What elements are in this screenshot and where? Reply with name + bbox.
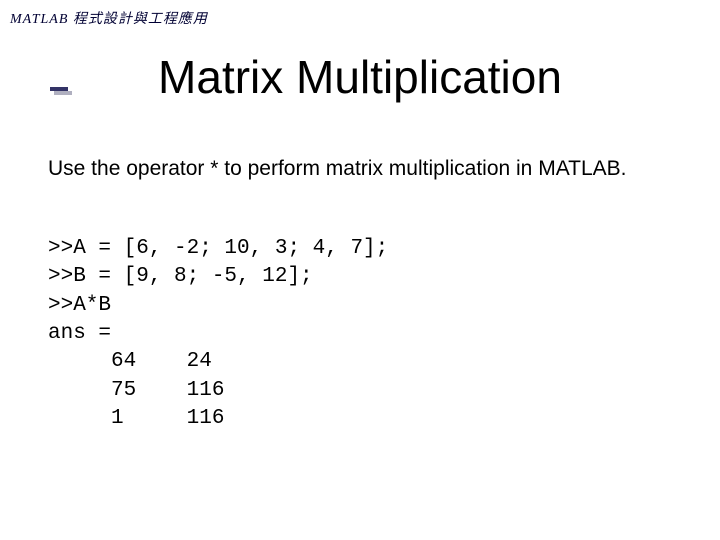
slide-title: Matrix Multiplication (0, 50, 720, 104)
code-block: >>A = [6, -2; 10, 3; 4, 7]; >>B = [9, 8;… (48, 235, 388, 433)
body-text: Use the operator * to perform matrix mul… (48, 155, 672, 182)
header-label: MATLAB 程式設計與工程應用 (10, 8, 208, 28)
